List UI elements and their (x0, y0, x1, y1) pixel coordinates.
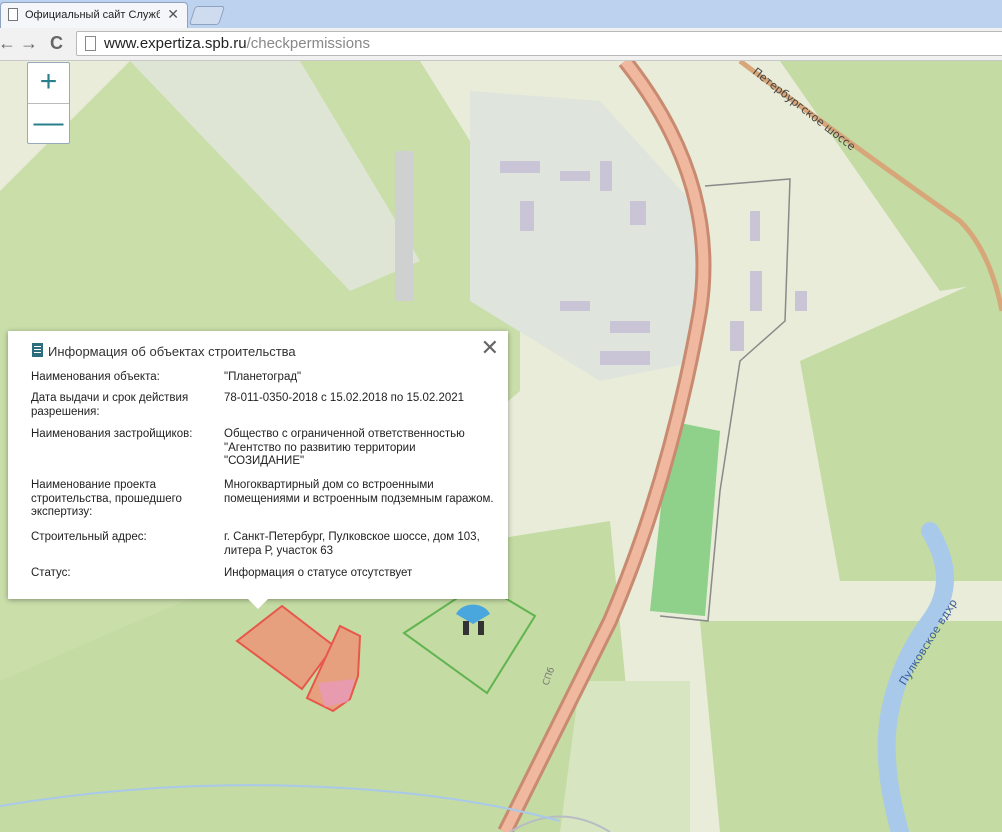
tab-close-icon[interactable]: ✕ (167, 6, 179, 23)
reload-icon[interactable]: C (50, 33, 63, 54)
popup-title: Информация об объектах строительства (48, 344, 296, 359)
zoom-control: + — (27, 62, 70, 144)
page-icon (85, 36, 96, 51)
address-url[interactable]: www.expertiza.spb.ru/checkpermissions (104, 35, 370, 52)
zoom-out-button[interactable]: — (28, 103, 69, 144)
green-area (700, 621, 1002, 832)
runway (395, 151, 413, 301)
close-icon[interactable]: ✕ (481, 335, 499, 361)
green-area (560, 681, 690, 832)
forward-icon[interactable]: → (20, 33, 38, 54)
address-bar[interactable]: www.expertiza.spb.ru/checkpermissions (76, 31, 1002, 56)
browser-tab[interactable]: Официальный сайт Службы ✕ (0, 2, 188, 28)
tab-title: Официальный сайт Службы (25, 9, 160, 21)
document-icon (32, 343, 43, 357)
browser-tab-bar: Официальный сайт Службы ✕ (0, 0, 1002, 28)
browser-toolbar: ← → C www.expertiza.spb.ru/checkpermissi… (0, 28, 1002, 61)
zoom-in-button[interactable]: + (28, 63, 69, 103)
new-tab-button[interactable] (188, 6, 226, 25)
info-popup: Информация об объектах строительства ✕ Н… (8, 331, 508, 609)
page-icon (8, 8, 18, 21)
back-icon[interactable]: ← (0, 33, 16, 54)
